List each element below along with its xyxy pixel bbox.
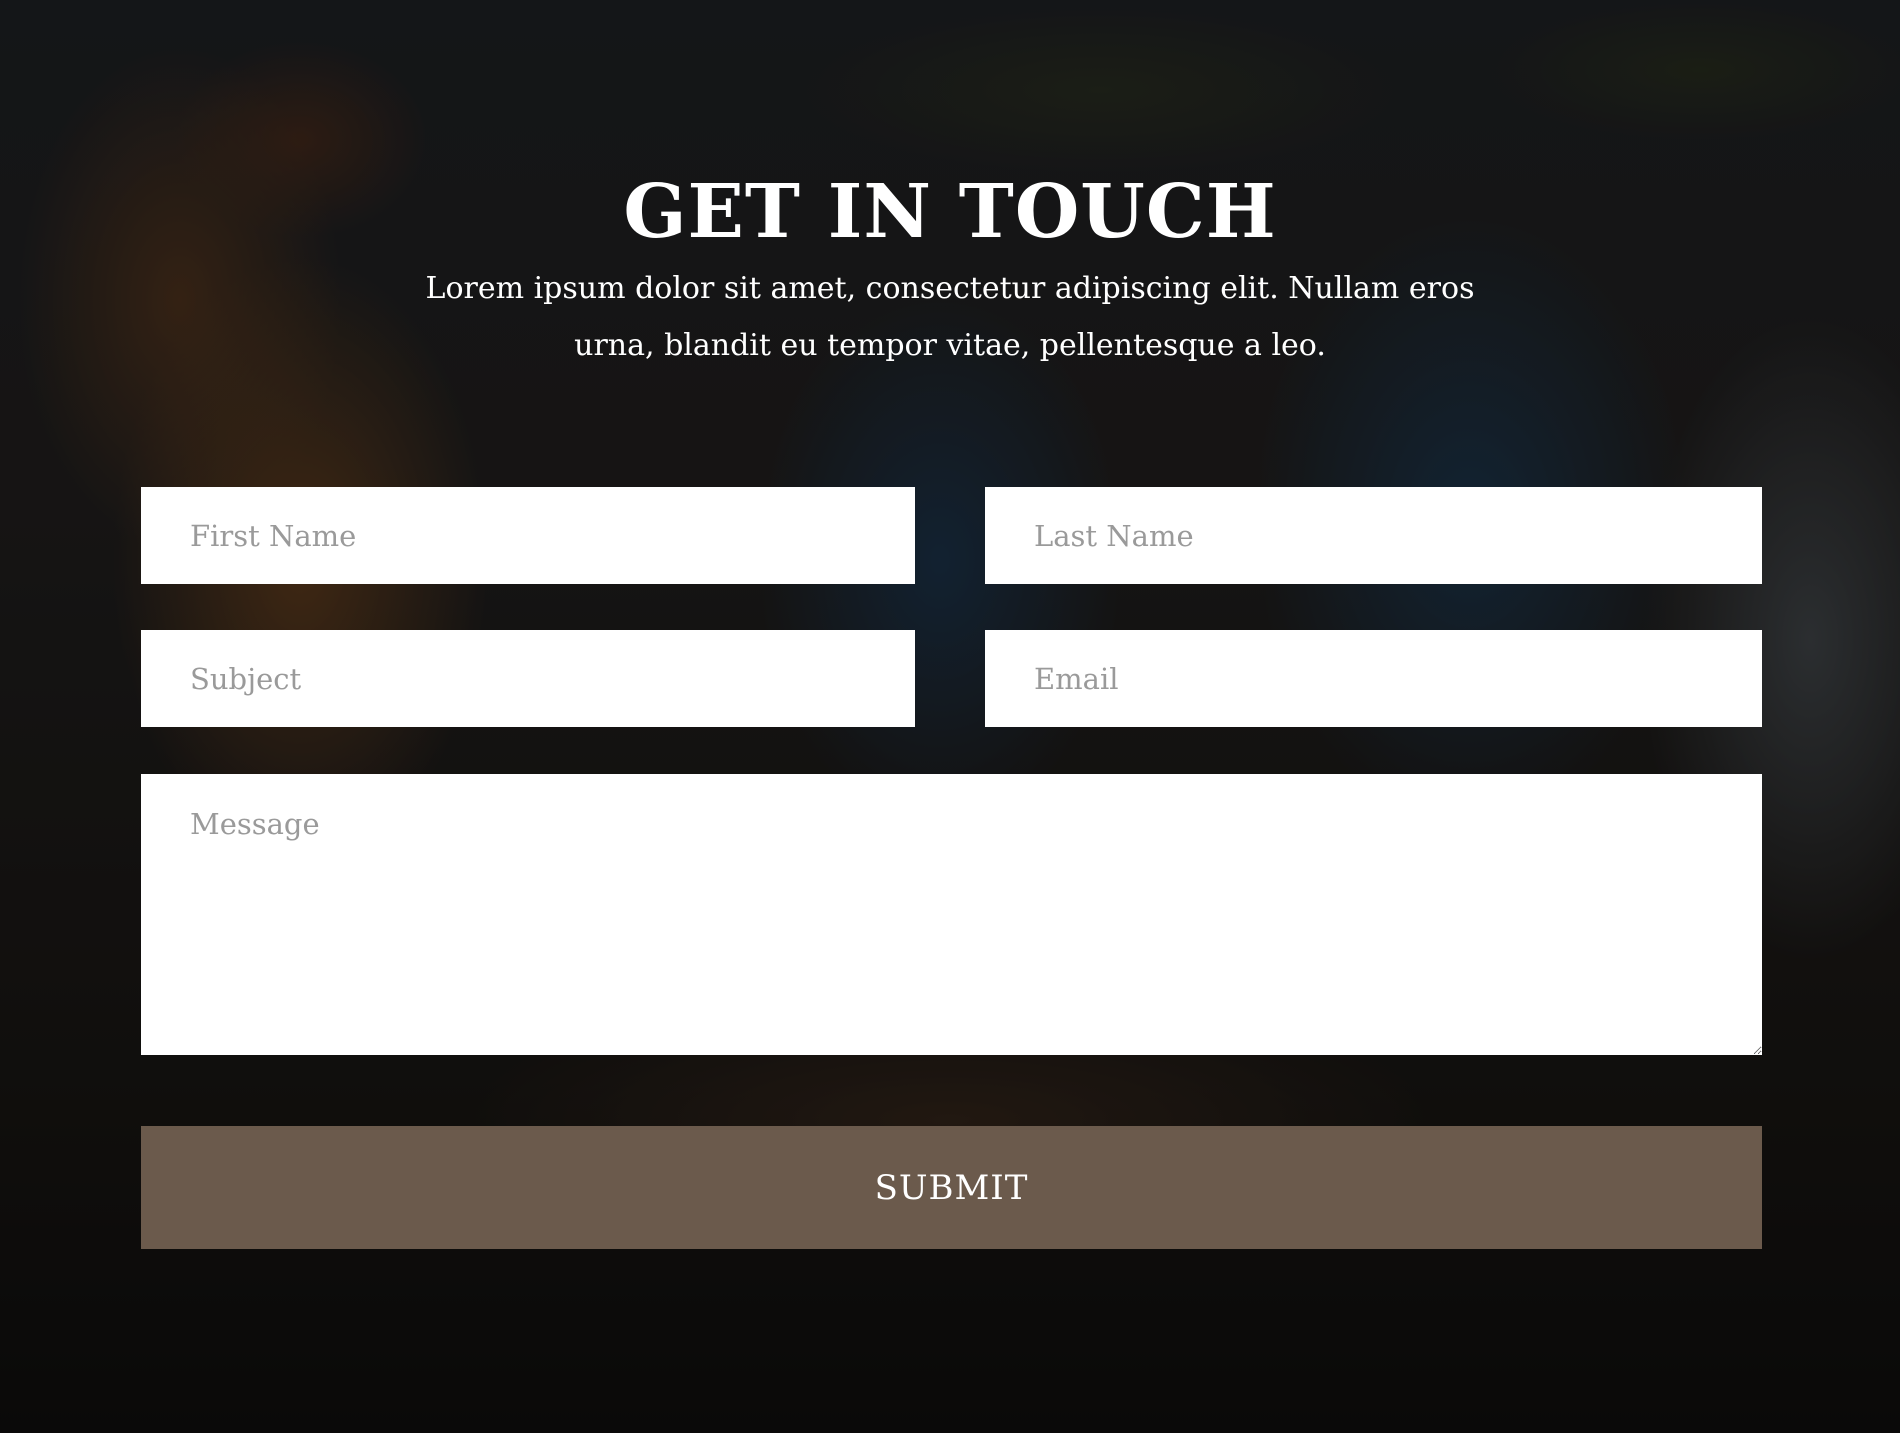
- email-field[interactable]: [985, 630, 1762, 727]
- first-name-field[interactable]: [141, 487, 915, 584]
- submit-button[interactable]: SUBMIT: [141, 1126, 1762, 1249]
- subject-field[interactable]: [141, 630, 915, 727]
- contact-section: GET IN TOUCH Lorem ipsum dolor sit amet,…: [0, 0, 1900, 1433]
- message-field[interactable]: [141, 774, 1762, 1055]
- page-subtitle: Lorem ipsum dolor sit amet, consectetur …: [425, 271, 1475, 363]
- last-name-field[interactable]: [985, 487, 1762, 584]
- page-title: GET IN TOUCH: [623, 169, 1277, 255]
